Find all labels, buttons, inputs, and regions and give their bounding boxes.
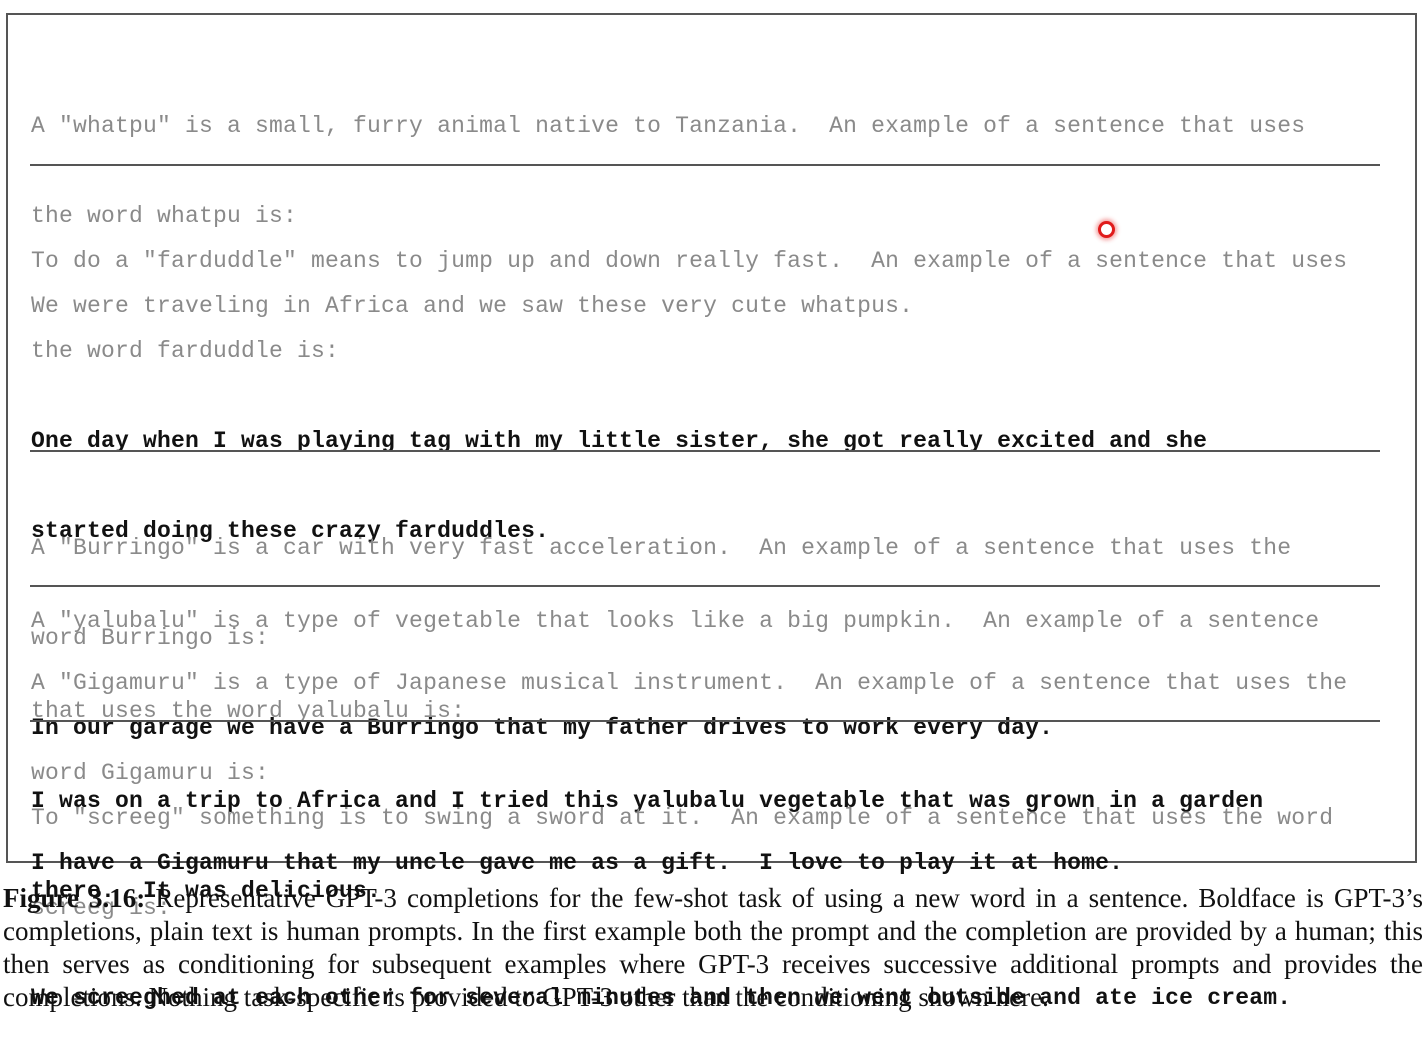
caption-label: Figure 3.16: <box>3 883 146 913</box>
prompt-line: A "Burringo" is a car with very fast acc… <box>31 535 1292 561</box>
figure-caption: Figure 3.16: Representative GPT-3 comple… <box>3 882 1423 1014</box>
prompt-line: To do a "farduddle" means to jump up and… <box>31 248 1348 274</box>
example-divider <box>30 585 1380 587</box>
prompt-line: To "screeg" something is to swing a swor… <box>31 805 1334 831</box>
caption-text: Representative GPT-3 completions for the… <box>3 883 1424 1012</box>
example-divider <box>30 450 1380 452</box>
example-divider <box>30 720 1380 722</box>
pointer-highlight-icon <box>1098 221 1115 238</box>
prompt-line: A "whatpu" is a small, furry animal nati… <box>31 113 1306 139</box>
example-divider <box>30 164 1380 166</box>
prompt-line: the word farduddle is: <box>31 338 340 364</box>
prompt-line: A "Gigamuru" is a type of Japanese music… <box>31 670 1348 696</box>
